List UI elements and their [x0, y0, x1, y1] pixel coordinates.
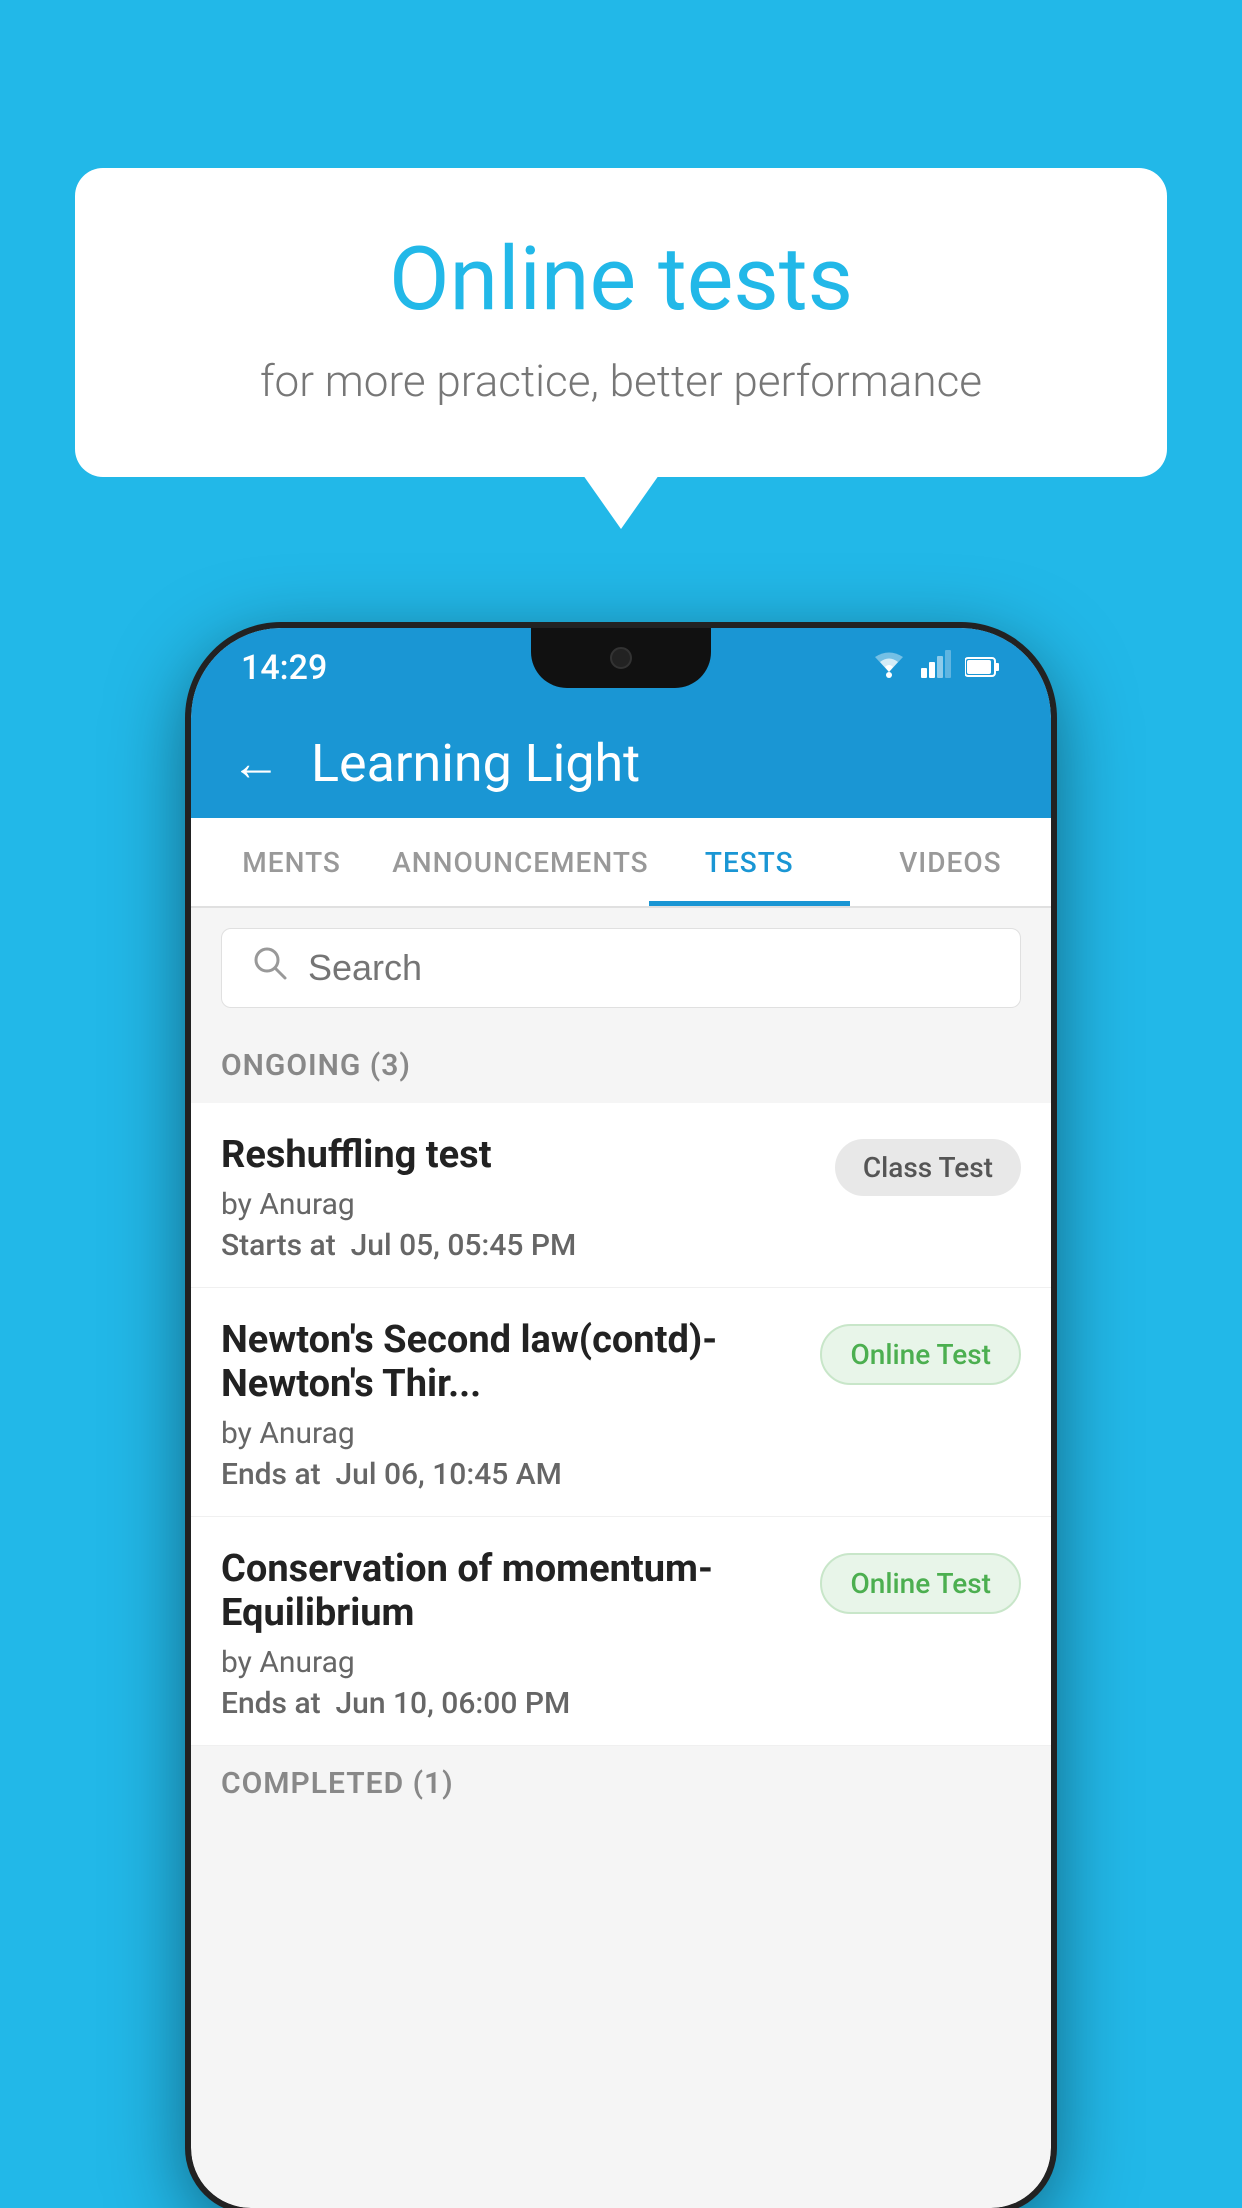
- search-bar[interactable]: [221, 928, 1021, 1008]
- speech-bubble: Online tests for more practice, better p…: [75, 168, 1167, 477]
- status-icons: [871, 650, 1001, 686]
- test-time: Ends at Jun 10, 06:00 PM: [221, 1686, 800, 1721]
- tab-videos[interactable]: VIDEOS: [850, 818, 1051, 906]
- notch: [531, 628, 711, 688]
- app-bar-title: Learning Light: [311, 733, 640, 794]
- test-author: by Anurag: [221, 1187, 815, 1222]
- status-time: 14:29: [241, 648, 327, 688]
- test-info: Conservation of momentum-Equilibrium by …: [221, 1547, 800, 1721]
- search-icon: [252, 945, 288, 991]
- badge-class-test: Class Test: [835, 1139, 1021, 1196]
- test-name: Conservation of momentum-Equilibrium: [221, 1547, 800, 1635]
- test-item[interactable]: Reshuffling test by Anurag Starts at Jul…: [191, 1103, 1051, 1288]
- battery-icon: [965, 651, 1001, 686]
- app-bar: ← Learning Light: [191, 708, 1051, 818]
- test-author: by Anurag: [221, 1416, 800, 1451]
- status-bar: 14:29: [191, 628, 1051, 708]
- tabs-bar: MENTS ANNOUNCEMENTS TESTS VIDEOS: [191, 818, 1051, 908]
- search-container: [191, 908, 1051, 1028]
- test-name: Reshuffling test: [221, 1133, 815, 1177]
- bubble-title: Online tests: [155, 228, 1087, 331]
- completed-section-header: COMPLETED (1): [191, 1746, 1051, 1821]
- bubble-subtitle: for more practice, better performance: [155, 355, 1087, 407]
- badge-online-test-2: Online Test: [820, 1553, 1021, 1614]
- tab-ments[interactable]: MENTS: [191, 818, 392, 906]
- search-input[interactable]: [308, 947, 990, 989]
- test-item[interactable]: Newton's Second law(contd)-Newton's Thir…: [191, 1288, 1051, 1517]
- tab-announcements[interactable]: ANNOUNCEMENTS: [392, 818, 648, 906]
- phone-frame: 14:29: [191, 628, 1051, 2208]
- ongoing-section-header: ONGOING (3): [191, 1028, 1051, 1103]
- camera: [610, 647, 632, 669]
- test-info: Newton's Second law(contd)-Newton's Thir…: [221, 1318, 800, 1492]
- back-button[interactable]: ←: [231, 734, 281, 793]
- tab-tests[interactable]: TESTS: [649, 818, 850, 906]
- signal-icon: [921, 650, 951, 686]
- test-time: Ends at Jul 06, 10:45 AM: [221, 1457, 800, 1492]
- wifi-icon: [871, 650, 907, 686]
- test-name: Newton's Second law(contd)-Newton's Thir…: [221, 1318, 800, 1406]
- phone-screen: 14:29: [191, 628, 1051, 2208]
- test-author: by Anurag: [221, 1645, 800, 1680]
- test-item[interactable]: Conservation of momentum-Equilibrium by …: [191, 1517, 1051, 1746]
- test-info: Reshuffling test by Anurag Starts at Jul…: [221, 1133, 815, 1263]
- test-time: Starts at Jul 05, 05:45 PM: [221, 1228, 815, 1263]
- badge-online-test: Online Test: [820, 1324, 1021, 1385]
